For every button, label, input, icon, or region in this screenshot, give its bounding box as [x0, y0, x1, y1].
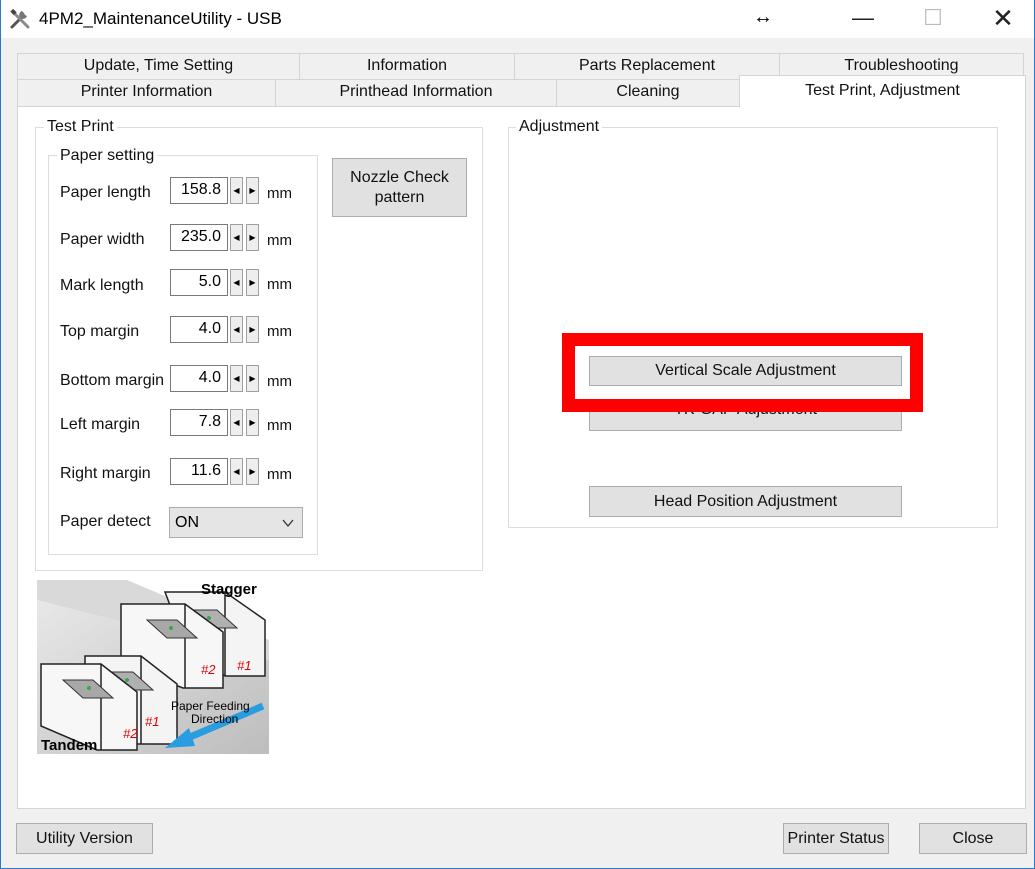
tab-label: Cleaning [616, 83, 680, 100]
right-margin-unit: mm [267, 466, 292, 483]
adjustment-group [508, 127, 998, 528]
tab-information[interactable]: Information [299, 53, 515, 80]
left-margin-input[interactable]: 7.8 [170, 409, 228, 436]
tab-update-time-setting[interactable]: Update, Time Setting [17, 53, 300, 80]
right-margin-decrement[interactable]: ◀ [230, 458, 243, 485]
highlight-box [562, 333, 923, 412]
head-position-adjustment-label: Head Position Adjustment [653, 493, 838, 510]
bottom-margin-input[interactable]: 4.0 [170, 365, 228, 392]
mark-length-input[interactable]: 5.0 [170, 269, 228, 296]
close-label: Close [952, 830, 994, 847]
close-button[interactable]: Close [919, 823, 1027, 854]
stagger-mark-1: #1 [237, 658, 251, 673]
left-margin-increment[interactable]: ▶ [246, 409, 259, 436]
feed-label-line1: Paper Feeding [171, 699, 250, 713]
tab-label: Troubleshooting [844, 57, 959, 74]
tab-printer-information[interactable]: Printer Information [17, 79, 276, 107]
mark-length-decrement[interactable]: ◀ [230, 269, 243, 296]
tab-cleaning[interactable]: Cleaning [556, 79, 740, 107]
maximize-button[interactable]: ☐ [903, 0, 963, 38]
left-margin-unit: mm [267, 417, 292, 434]
printer-status-button[interactable]: Printer Status [783, 823, 889, 854]
top-margin-label: Top margin [60, 323, 140, 340]
nozzle-check-label-line1: Nozzle Check [350, 169, 449, 186]
mark-length-label: Mark length [60, 277, 144, 294]
utility-version-button[interactable]: Utility Version [16, 823, 153, 854]
tab-label: Test Print, Adjustment [805, 82, 960, 99]
top-margin-unit: mm [267, 323, 292, 340]
adjustment-legend: Adjustment [516, 118, 603, 136]
nozzle-check-label-line2: pattern [374, 189, 425, 206]
minimize-button[interactable]: — [833, 0, 893, 38]
right-margin-label: Right margin [60, 465, 151, 482]
nozzle-check-pattern-button[interactable]: Nozzle Check pattern [332, 158, 467, 217]
tab-label: Parts Replacement [578, 57, 716, 74]
window-title: 4PM2_MaintenanceUtility - USB [39, 9, 282, 28]
tab-label: Update, Time Setting [83, 57, 234, 74]
print-head-diagram: Stagger Tandem Paper Feeding Direction #… [37, 580, 269, 754]
bottom-margin-decrement[interactable]: ◀ [230, 365, 243, 392]
title-bar: 4PM2_MaintenanceUtility - USB ↔ — ☐ ✕ [1, 0, 1034, 38]
paper-length-unit: mm [267, 185, 292, 202]
paper-length-label: Paper length [60, 184, 151, 201]
right-margin-increment[interactable]: ▶ [246, 458, 259, 485]
mark-length-increment[interactable]: ▶ [246, 269, 259, 296]
paper-length-decrement[interactable]: ◀ [230, 177, 243, 204]
left-margin-decrement[interactable]: ◀ [230, 409, 243, 436]
paper-width-increment[interactable]: ▶ [246, 224, 259, 251]
bottom-margin-unit: mm [267, 373, 292, 390]
tandem-mark-1: #1 [145, 714, 159, 729]
right-margin-input[interactable]: 11.6 [170, 458, 228, 485]
paper-detect-label: Paper detect [60, 513, 151, 530]
utility-version-label: Utility Version [36, 830, 133, 847]
bottom-margin-increment[interactable]: ▶ [246, 365, 259, 392]
paper-width-label: Paper width [60, 231, 145, 248]
chevron-down-icon [282, 519, 294, 528]
tandem-mark-2: #2 [123, 726, 138, 741]
paper-length-input[interactable]: 158.8 [170, 177, 228, 204]
tab-printhead-information[interactable]: Printhead Information [275, 79, 557, 107]
paper-detect-select[interactable]: ON [169, 507, 303, 538]
mark-length-unit: mm [267, 276, 292, 293]
test-print-legend: Test Print [44, 118, 117, 136]
tab-test-print-adjustment[interactable]: Test Print, Adjustment [739, 75, 1026, 107]
paper-setting-legend: Paper setting [57, 147, 158, 165]
feed-label-line2: Direction [191, 712, 238, 726]
bottom-margin-label: Bottom margin [60, 372, 165, 389]
stagger-label: Stagger [201, 581, 257, 598]
resize-icon: ↔ [753, 6, 773, 28]
paper-setting-group [48, 155, 318, 555]
main-window: 4PM2_MaintenanceUtility - USB ↔ — ☐ ✕ Up… [0, 0, 1035, 869]
top-margin-decrement[interactable]: ◀ [230, 316, 243, 343]
left-margin-label: Left margin [60, 416, 141, 433]
top-margin-increment[interactable]: ▶ [246, 316, 259, 343]
paper-detect-value: ON [175, 514, 199, 531]
paper-width-decrement[interactable]: ◀ [230, 224, 243, 251]
tandem-label: Tandem [41, 737, 97, 754]
window-close-button[interactable]: ✕ [973, 0, 1033, 38]
tools-icon [10, 8, 30, 29]
paper-length-increment[interactable]: ▶ [246, 177, 259, 204]
top-margin-input[interactable]: 4.0 [170, 316, 228, 343]
printer-status-label: Printer Status [787, 830, 885, 847]
stagger-mark-2: #2 [201, 662, 216, 677]
tab-label: Printer Information [80, 83, 213, 100]
tab-label: Information [366, 57, 448, 74]
tab-label: Printhead Information [339, 83, 493, 100]
paper-width-input[interactable]: 235.0 [170, 224, 228, 251]
head-position-adjustment-button[interactable]: Head Position Adjustment [589, 486, 902, 517]
paper-width-unit: mm [267, 232, 292, 249]
